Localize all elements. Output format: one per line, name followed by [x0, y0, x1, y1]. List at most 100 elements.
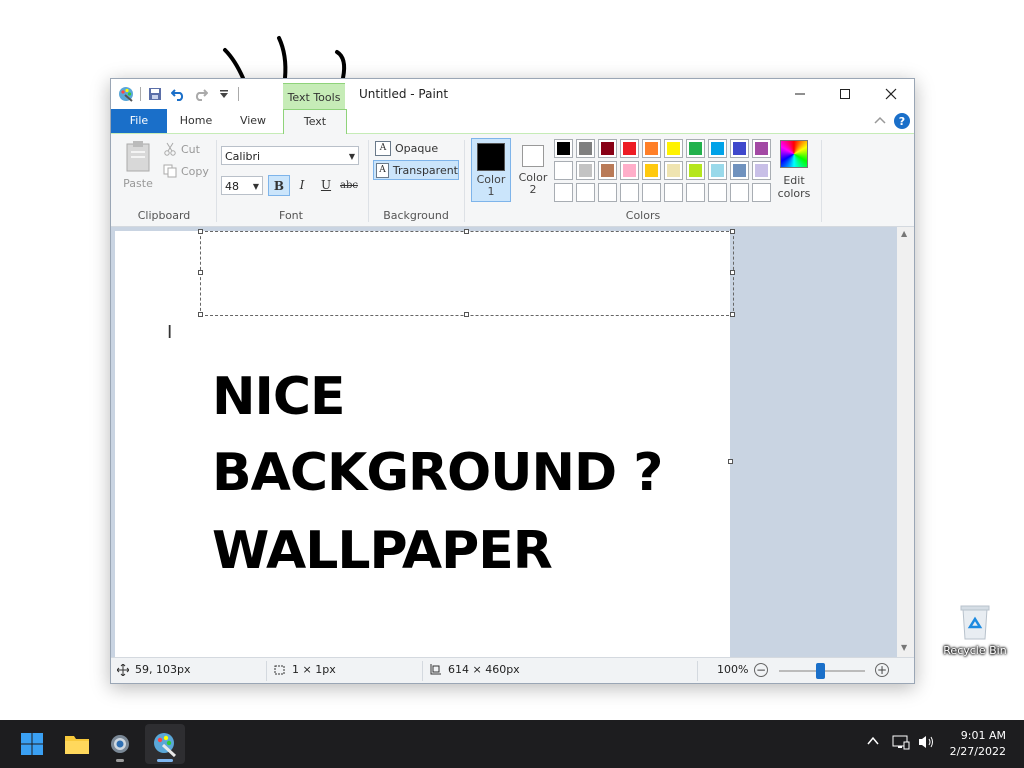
palette-swatch[interactable] — [576, 139, 595, 158]
palette-swatch[interactable] — [708, 161, 727, 180]
minimize-button[interactable] — [777, 79, 823, 109]
palette-swatch[interactable] — [730, 183, 749, 202]
canvas-text-line-1: NICE — [212, 367, 346, 427]
status-bar: 59, 103px 1 × 1px 614 × 460px 100% − + — [111, 657, 914, 683]
transparent-button[interactable]: A Transparent — [373, 160, 459, 180]
scroll-up-icon[interactable]: ▲ — [901, 229, 907, 238]
palette-swatch[interactable] — [752, 139, 771, 158]
resize-handle[interactable] — [464, 229, 469, 234]
copy-button[interactable]: Copy — [163, 164, 209, 178]
edit-colors-button[interactable]: Edit colors — [777, 140, 811, 200]
clock[interactable]: 9:01 AM 2/27/2022 — [950, 728, 1006, 760]
resize-handle[interactable] — [730, 270, 735, 275]
customize-qat-icon[interactable] — [215, 85, 233, 103]
tab-file[interactable]: File — [111, 109, 167, 133]
palette-swatch-fill — [711, 164, 724, 177]
palette-swatch[interactable] — [752, 161, 771, 180]
undo-icon[interactable] — [169, 85, 187, 103]
file-explorer-button[interactable] — [57, 724, 97, 764]
tab-home[interactable]: Home — [171, 109, 221, 133]
zoom-in-button[interactable]: + — [875, 663, 889, 677]
palette-swatch[interactable] — [730, 161, 749, 180]
tab-view[interactable]: View — [227, 109, 279, 133]
color-2-number: 2 — [529, 183, 537, 196]
drawing-canvas[interactable]: I NICE BACKGROUND ? WALLPAPER — [115, 229, 735, 657]
canvas-text-line-3: WALLPAPER — [212, 521, 553, 581]
palette-swatch[interactable] — [686, 161, 705, 180]
show-hidden-icons-icon[interactable] — [866, 734, 880, 752]
resize-handle[interactable] — [198, 229, 203, 234]
palette-swatch[interactable] — [752, 183, 771, 202]
palette-swatch-fill — [689, 186, 702, 199]
palette-swatch[interactable] — [554, 139, 573, 158]
palette-swatch-fill — [733, 164, 746, 177]
resize-handle[interactable] — [198, 270, 203, 275]
font-size-select[interactable]: 48 ▼ — [221, 176, 263, 195]
paint-taskbar-button[interactable] — [145, 724, 185, 764]
zoom-out-button[interactable]: − — [754, 663, 768, 677]
copy-icon — [163, 164, 177, 178]
color-1-button[interactable]: Color 1 — [471, 138, 511, 202]
paste-button[interactable]: Paste — [121, 140, 155, 190]
status-separator — [266, 661, 267, 681]
palette-swatch[interactable] — [642, 161, 661, 180]
minimize-ribbon-icon[interactable] — [871, 112, 889, 130]
opaque-button[interactable]: A Opaque — [373, 138, 459, 158]
strikethrough-button[interactable]: abc — [338, 175, 360, 196]
zoom-slider-thumb[interactable] — [816, 663, 825, 679]
network-icon[interactable] — [892, 734, 910, 754]
palette-swatch-fill — [557, 142, 570, 155]
palette-swatch[interactable] — [576, 183, 595, 202]
resize-handle[interactable] — [730, 312, 735, 317]
palette-swatch[interactable] — [620, 183, 639, 202]
color-1-number: 1 — [487, 185, 495, 198]
palette-swatch[interactable] — [708, 139, 727, 158]
settings-button[interactable] — [100, 724, 140, 764]
palette-swatch[interactable] — [576, 161, 595, 180]
palette-swatch[interactable] — [554, 183, 573, 202]
start-button[interactable] — [12, 724, 52, 764]
palette-swatch[interactable] — [664, 161, 683, 180]
underline-button[interactable]: U — [315, 175, 337, 196]
close-button[interactable] — [868, 79, 914, 109]
text-box-selection[interactable] — [200, 231, 734, 316]
palette-swatch[interactable] — [686, 183, 705, 202]
font-family-select[interactable]: Calibri ▼ — [221, 146, 359, 165]
palette-swatch[interactable] — [686, 139, 705, 158]
cut-button[interactable]: Cut — [163, 142, 200, 156]
redo-icon[interactable] — [192, 85, 210, 103]
desktop-doodle — [223, 36, 347, 80]
scroll-down-icon[interactable]: ▼ — [901, 643, 907, 652]
taskbar: 9:01 AM 2/27/2022 — [0, 720, 1024, 768]
recycle-bin-shortcut[interactable]: Recycle Bin — [940, 603, 1010, 657]
resize-handle[interactable] — [198, 312, 203, 317]
group-separator — [216, 140, 217, 222]
palette-swatch[interactable] — [598, 139, 617, 158]
italic-button[interactable]: I — [291, 175, 313, 196]
vertical-scrollbar[interactable]: ▲ ▼ — [897, 227, 914, 657]
palette-swatch[interactable] — [620, 161, 639, 180]
resize-handle[interactable] — [464, 312, 469, 317]
quick-access-toolbar — [117, 85, 239, 103]
save-icon[interactable] — [146, 85, 164, 103]
palette-swatch[interactable] — [598, 161, 617, 180]
paint-app-icon[interactable] — [117, 85, 135, 103]
color-2-button[interactable]: Color 2 — [513, 138, 553, 202]
canvas-resize-handle[interactable] — [728, 459, 733, 464]
palette-swatch[interactable] — [554, 161, 573, 180]
bold-button[interactable]: B — [268, 175, 290, 196]
palette-swatch[interactable] — [730, 139, 749, 158]
palette-swatch[interactable] — [642, 183, 661, 202]
palette-swatch[interactable] — [708, 183, 727, 202]
palette-swatch[interactable] — [598, 183, 617, 202]
help-icon[interactable]: ? — [893, 112, 911, 130]
resize-handle[interactable] — [730, 229, 735, 234]
palette-swatch[interactable] — [664, 183, 683, 202]
palette-swatch[interactable] — [664, 139, 683, 158]
image-size-icon — [430, 663, 441, 674]
palette-swatch[interactable] — [620, 139, 639, 158]
volume-icon[interactable] — [918, 734, 936, 754]
maximize-button[interactable] — [822, 79, 868, 109]
palette-swatch[interactable] — [642, 139, 661, 158]
tab-text[interactable]: Text — [283, 109, 347, 135]
